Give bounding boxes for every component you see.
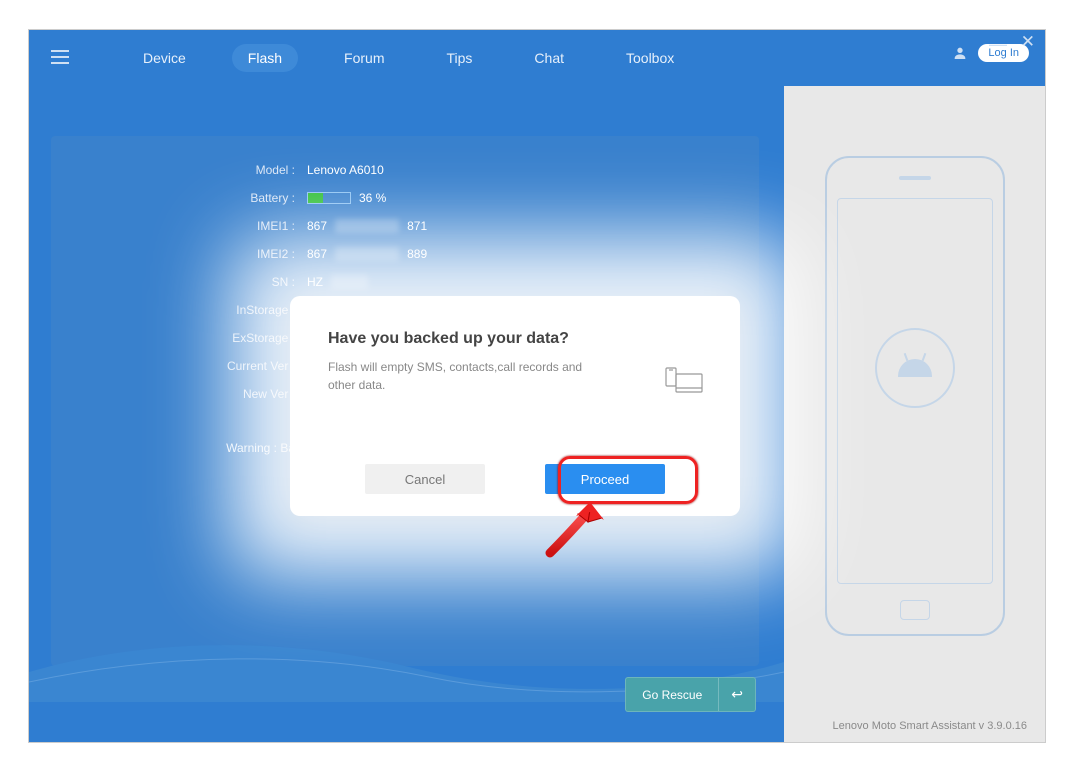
main-nav: Device Flash Forum Tips Chat Toolbox bbox=[127, 44, 690, 72]
modal-body: Flash will empty SMS, contacts,call reco… bbox=[328, 358, 608, 394]
label-model: Model : bbox=[51, 163, 307, 177]
hamburger-icon[interactable] bbox=[51, 50, 69, 64]
modal-buttons: Cancel Proceed bbox=[290, 464, 740, 494]
nav-forum[interactable]: Forum bbox=[328, 44, 400, 72]
minimize-button[interactable]: — bbox=[989, 34, 1007, 55]
close-button[interactable]: ✕ bbox=[1021, 32, 1035, 52]
label-newver: New Ver : bbox=[51, 387, 307, 401]
value-imei2: 867000000000889 bbox=[307, 247, 427, 261]
row-imei1: IMEI1 : 867000000000871 bbox=[51, 212, 759, 240]
android-icon bbox=[875, 328, 955, 408]
top-bar: Device Flash Forum Tips Chat Toolbox Log… bbox=[29, 30, 1045, 86]
value-imei1: 867000000000871 bbox=[307, 219, 427, 233]
nav-device[interactable]: Device bbox=[127, 44, 202, 72]
label-instorage: InStorage : bbox=[51, 303, 307, 317]
side-column: Lenovo Moto Smart Assistant v 3.9.0.16 bbox=[784, 86, 1045, 742]
enter-icon: ↩ bbox=[718, 678, 755, 711]
version-text: Lenovo Moto Smart Assistant v 3.9.0.16 bbox=[833, 720, 1027, 732]
nav-chat[interactable]: Chat bbox=[518, 44, 580, 72]
backup-confirm-modal: Have you backed up your data? Flash will… bbox=[290, 296, 740, 516]
warning-label: Warning : Ba bbox=[51, 441, 307, 455]
value-sn: HZ00000 bbox=[307, 275, 368, 289]
label-battery: Battery : bbox=[51, 191, 307, 205]
user-icon bbox=[952, 45, 968, 61]
value-battery: 36 % bbox=[307, 191, 386, 205]
devices-icon bbox=[664, 366, 704, 400]
proceed-button[interactable]: Proceed bbox=[545, 464, 665, 494]
nav-toolbox[interactable]: Toolbox bbox=[610, 44, 690, 72]
row-sn: SN : HZ00000 bbox=[51, 268, 759, 296]
label-exstorage: ExStorage : bbox=[51, 331, 307, 345]
nav-tips[interactable]: Tips bbox=[430, 44, 488, 72]
phone-outline-illustration bbox=[825, 156, 1005, 636]
row-model: Model : Lenovo A6010 bbox=[51, 156, 759, 184]
label-imei2: IMEI2 : bbox=[51, 247, 307, 261]
row-battery: Battery : 36 % bbox=[51, 184, 759, 212]
cancel-button[interactable]: Cancel bbox=[365, 464, 485, 494]
battery-bar-icon bbox=[307, 192, 351, 204]
label-currentver: Current Ver : bbox=[51, 359, 307, 373]
label-sn: SN : bbox=[51, 275, 307, 289]
value-model: Lenovo A6010 bbox=[307, 163, 384, 177]
battery-percent-text: 36 % bbox=[359, 191, 386, 205]
go-rescue-button[interactable]: Go Rescue ↩ bbox=[625, 677, 756, 712]
row-imei2: IMEI2 : 867000000000889 bbox=[51, 240, 759, 268]
nav-flash[interactable]: Flash bbox=[232, 44, 298, 72]
modal-title: Have you backed up your data? bbox=[328, 330, 702, 348]
go-rescue-label: Go Rescue bbox=[626, 680, 718, 710]
label-imei1: IMEI1 : bbox=[51, 219, 307, 233]
